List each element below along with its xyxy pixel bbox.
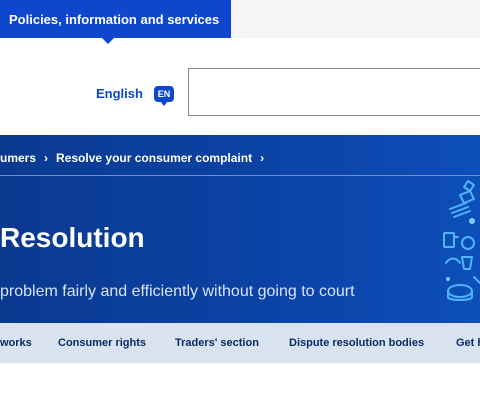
- top-bar: Policies, information and services: [0, 0, 480, 44]
- language-code-icon[interactable]: EN: [154, 86, 174, 106]
- breadcrumb: umers › Resolve your consumer complaint …: [0, 150, 272, 166]
- nav-item-traders-section[interactable]: Traders' section: [175, 337, 259, 349]
- chevron-right-icon: ›: [260, 151, 265, 165]
- page-title: Resolution: [0, 222, 145, 253]
- search-input[interactable]: [188, 68, 480, 116]
- hero-banner: umers › Resolve your consumer complaint …: [0, 135, 480, 323]
- nav-item-how-it-works[interactable]: works: [0, 337, 32, 349]
- nav-item-get-help[interactable]: Get h: [456, 337, 480, 349]
- hero-divider: [0, 175, 480, 176]
- tab-label: Policies, information and services: [9, 11, 220, 27]
- breadcrumb-item-consumers[interactable]: umers: [0, 151, 36, 165]
- language-selector-label[interactable]: English: [96, 86, 143, 101]
- nav-item-consumer-rights[interactable]: Consumer rights: [58, 337, 146, 349]
- consumer-illustration-icon: [443, 180, 480, 301]
- page-subtitle: problem fairly and efficiently without g…: [0, 283, 355, 300]
- section-navigation: works Consumer rights Traders' section D…: [0, 323, 480, 363]
- chevron-right-icon: ›: [44, 151, 49, 165]
- tab-policies-information-services[interactable]: Policies, information and services: [0, 0, 231, 44]
- breadcrumb-item-resolve-complaint[interactable]: Resolve your consumer complaint: [56, 151, 252, 165]
- active-tab-caret-icon: [102, 38, 114, 44]
- nav-item-dispute-resolution-bodies[interactable]: Dispute resolution bodies: [289, 337, 424, 349]
